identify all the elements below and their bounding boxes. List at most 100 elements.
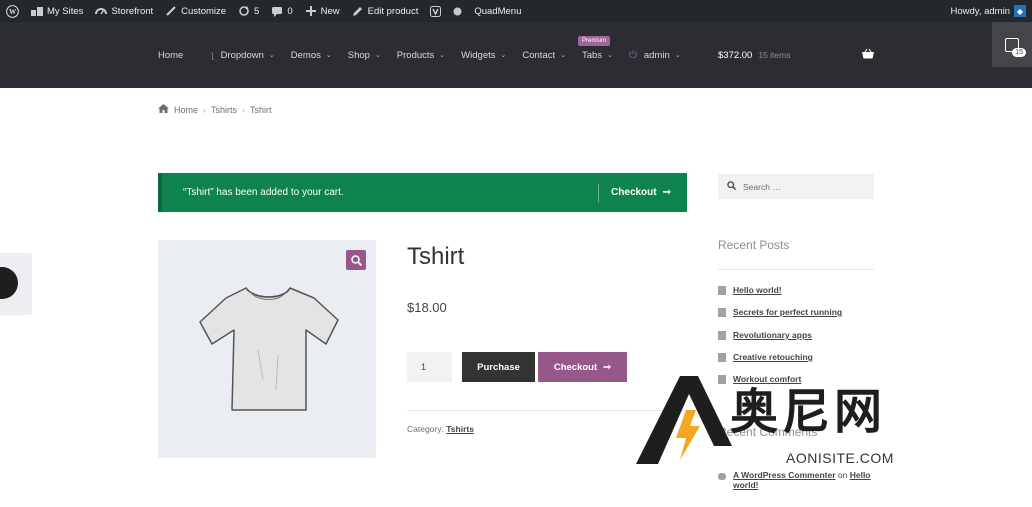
pencil-icon <box>352 5 364 17</box>
quadmenu-link[interactable]: QuadMenu <box>468 0 527 22</box>
divider <box>718 269 874 270</box>
nav-item-home[interactable]: Home <box>158 50 183 61</box>
comment-on-label: on <box>837 470 848 480</box>
site-name-label: Storefront <box>111 5 154 17</box>
admin-bar: W My Sites Storefront Customize 5 0 New … <box>0 0 1032 22</box>
nav-item-widgets[interactable]: Widgets ⌄ <box>461 50 506 61</box>
nav-label: Products <box>396 49 435 61</box>
comments-link[interactable]: 0 <box>265 0 298 22</box>
document-icon <box>718 352 726 362</box>
basket-icon <box>862 48 874 62</box>
product-category: Category: Tshirts <box>407 424 474 434</box>
breadcrumb-home[interactable]: Home <box>174 105 198 115</box>
recent-posts-title: Recent Posts <box>718 238 790 252</box>
customize-link[interactable]: Customize <box>159 0 232 22</box>
arrow-right-icon: ➞ <box>662 187 671 198</box>
quadmenu-label: QuadMenu <box>474 5 522 17</box>
quantity-input[interactable] <box>407 352 452 382</box>
chevron-down-icon: ⌄ <box>607 52 613 59</box>
cart-count: 15 items <box>758 50 791 60</box>
power-icon: ⏻ <box>628 49 637 61</box>
side-cart-count: 15 <box>1012 48 1026 57</box>
search-input[interactable]: Search … <box>718 174 874 199</box>
notice-message: “Tshirt” has been added to your cart. <box>183 187 344 198</box>
my-sites-label: My Sites <box>47 5 84 17</box>
nav-label: Demos <box>290 49 321 61</box>
comment-author-link[interactable]: A WordPress Commenter <box>733 470 836 480</box>
watermark-subtext: AONISITE.COM <box>786 450 894 466</box>
list-item: Secrets for perfect running <box>718 307 842 317</box>
floating-demo-widget[interactable] <box>0 253 32 315</box>
site-name-menu[interactable]: Storefront <box>89 0 159 22</box>
side-cart-button[interactable]: 15 <box>992 22 1032 67</box>
nav-item-products[interactable]: Products ⌄ <box>397 50 445 61</box>
category-link[interactable]: Tshirts <box>446 424 474 434</box>
purchase-label: Purchase <box>477 361 520 373</box>
document-icon <box>718 307 726 317</box>
chevron-down-icon: ⌄ <box>439 52 446 59</box>
nav-label: Contact <box>522 49 556 61</box>
search-placeholder: Search … <box>743 181 781 192</box>
search-icon <box>727 181 737 192</box>
comments-count: 0 <box>287 5 293 17</box>
comment-text: A WordPress Commenter on Hello world! <box>733 470 878 490</box>
breadcrumb-category[interactable]: Tshirts <box>211 105 237 115</box>
nav-item-contact[interactable]: Contact ⌄ <box>522 50 566 61</box>
breadcrumb-separator: › <box>242 104 246 115</box>
nav-item-dropdown[interactable]: ʅ Dropdown ⌄ <box>211 50 274 61</box>
user-avatar[interactable]: ◆ <box>1014 5 1026 17</box>
post-link[interactable]: Creative retouching <box>733 352 813 362</box>
updates-link[interactable]: 5 <box>232 0 265 22</box>
cart-total: $372.00 <box>718 49 753 61</box>
edit-product-label: Edit product <box>367 5 419 17</box>
document-icon <box>718 285 726 295</box>
list-item: Revolutionary apps <box>718 330 812 340</box>
breadcrumb: Home › Tshirts › Tshirt <box>158 104 272 115</box>
arrow-right-icon: ➞ <box>603 361 612 373</box>
new-content-menu[interactable]: New <box>299 0 346 22</box>
nav-label: Home <box>158 49 184 61</box>
primary-navigation: Home ʅ Dropdown ⌄ Demos ⌄ Shop ⌄ Product… <box>158 22 697 88</box>
plus-icon <box>305 5 317 17</box>
customize-label: Customize <box>181 5 227 17</box>
yoast-seo-icon[interactable] <box>424 0 447 22</box>
nav-item-shop[interactable]: Shop ⌄ <box>348 50 381 61</box>
post-link[interactable]: Secrets for perfect running <box>733 307 842 317</box>
chevron-down-icon: ⌄ <box>325 52 332 59</box>
wordpress-logo-icon[interactable]: W <box>0 0 25 22</box>
notice-checkout-link[interactable]: Checkout ➞ <box>598 183 687 202</box>
category-label: Category: <box>407 424 444 434</box>
checkout-button[interactable]: Checkout ➞ <box>538 352 627 382</box>
nav-item-tabs[interactable]: Premium Tabs ⌄ <box>578 35 613 61</box>
document-icon <box>718 330 726 340</box>
disc-icon <box>0 267 18 299</box>
comment-bubble-icon <box>271 5 283 17</box>
breadcrumb-separator: › <box>203 104 207 115</box>
comment-icon <box>718 473 726 480</box>
chevron-down-icon: ⌄ <box>374 52 381 59</box>
updates-count: 5 <box>254 5 260 17</box>
chevron-down-icon: ⌄ <box>268 52 275 59</box>
zoom-icon[interactable] <box>346 250 366 270</box>
chevron-down-icon: ⌄ <box>500 52 507 59</box>
nav-item-demos[interactable]: Demos ⌄ <box>291 50 332 61</box>
nav-label: Shop <box>347 49 370 61</box>
header-cart[interactable]: $372.00 15 items <box>718 22 874 88</box>
premium-badge: Premium <box>578 35 611 46</box>
tshirt-image <box>199 287 339 411</box>
edit-product-link[interactable]: Edit product <box>346 0 425 22</box>
home-icon <box>158 104 169 115</box>
chevron-down-icon: ⌄ <box>560 52 566 59</box>
status-dot-icon <box>447 0 468 22</box>
nav-item-admin[interactable]: ⏻ admin ⌄ <box>629 50 681 61</box>
product-gallery[interactable] <box>158 240 376 458</box>
howdy-label[interactable]: Howdy, admin <box>951 6 1011 17</box>
notice-checkout-label: Checkout <box>611 187 657 198</box>
post-link[interactable]: Hello world! <box>733 285 782 295</box>
my-sites-menu[interactable]: My Sites <box>25 0 89 22</box>
nav-label: Tabs <box>582 49 603 61</box>
checkout-label: Checkout <box>553 361 598 373</box>
list-item: A WordPress Commenter on Hello world! <box>718 470 878 490</box>
post-link[interactable]: Revolutionary apps <box>733 330 812 340</box>
purchase-button[interactable]: Purchase <box>462 352 535 382</box>
